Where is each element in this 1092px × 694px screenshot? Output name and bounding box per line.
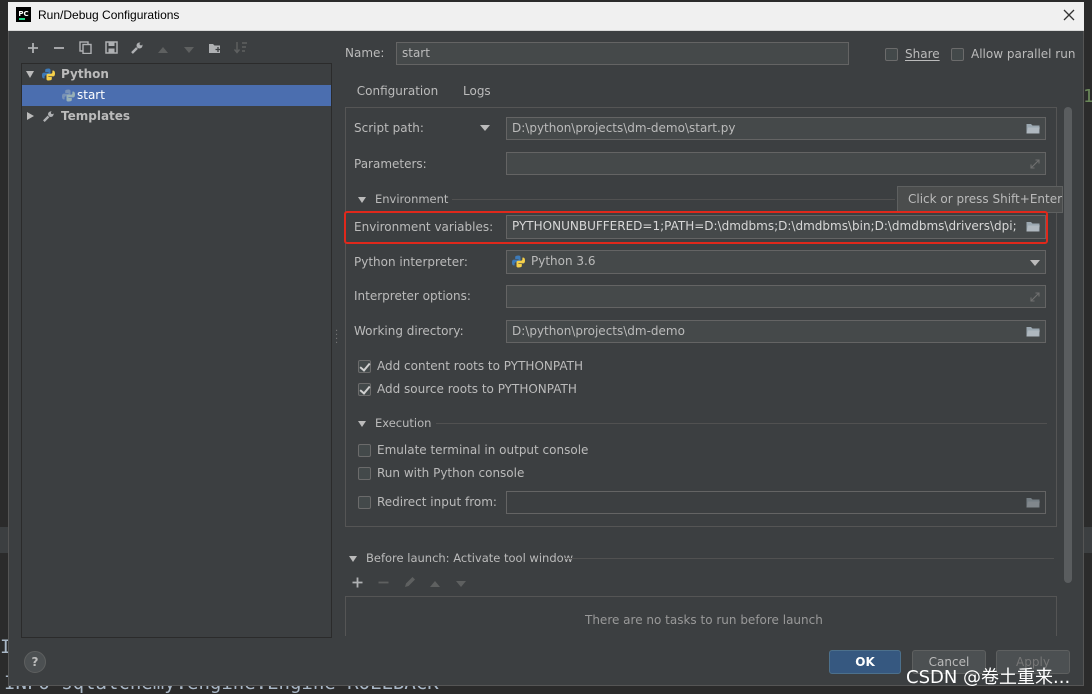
run-python-console-label: Run with Python console [377,466,525,480]
tree-item-templates-label: Templates [61,109,131,123]
sort-icon [233,42,247,54]
allow-parallel-run-label: Allow parallel run [971,47,1076,61]
create-folder-button[interactable] [206,41,224,59]
pencil-icon [405,577,415,587]
pycharm-app-icon: PC [16,7,31,22]
browse-folder-icon[interactable] [1026,497,1040,508]
tree-item-python[interactable]: Python [22,64,331,85]
tree-item-templates[interactable]: Templates [22,106,331,127]
add-task-button[interactable] [352,576,363,592]
interpreter-options-label: Interpreter options: [354,289,471,303]
remove-icon [378,581,389,584]
before-launch-header: Before launch: Activate tool window [366,551,574,565]
script-path-input[interactable]: D:\python\projects\dm-demo\start.py [506,117,1046,140]
tab-configuration[interactable]: Configuration [347,80,448,110]
emulate-terminal-label: Emulate terminal in output console [377,443,589,457]
tree-item-start-label: start [77,88,105,102]
ok-button[interactable]: OK [829,650,901,674]
python-interpreter-label: Python interpreter: [354,255,468,269]
move-down-button[interactable] [180,41,198,59]
add-source-roots-label: Add source roots to PYTHONPATH [377,382,577,396]
add-content-roots-checkbox[interactable] [358,360,371,373]
sort-button[interactable] [232,41,250,59]
vertical-scrollbar[interactable] [1064,107,1072,583]
allow-parallel-run-checkbox[interactable] [951,48,964,61]
share-checkbox[interactable] [885,48,898,61]
remove-task-button[interactable] [378,576,389,592]
add-icon [28,43,38,53]
script-path-label: Script path: [354,121,424,135]
tree-item-python-label: Python [61,67,109,81]
python-icon [42,68,55,81]
close-icon [1063,9,1075,21]
name-label: Name: [345,46,385,60]
python-file-icon [62,89,75,102]
parameters-input[interactable] [506,152,1046,175]
redirect-input-label: Redirect input from: [377,495,497,509]
remove-icon [54,47,64,49]
chevron-down-icon[interactable] [1030,260,1040,266]
working-directory-label: Working directory: [354,324,464,338]
wrench-icon [43,111,54,122]
move-task-down-button[interactable] [456,576,466,592]
add-source-roots-checkbox[interactable] [358,383,371,396]
chevron-down-icon[interactable] [349,556,357,562]
move-up-button[interactable] [154,41,172,59]
execution-section-label: Execution [375,416,432,430]
move-down-icon [184,47,194,53]
python-icon [512,255,525,268]
redirect-input-field[interactable] [506,491,1046,514]
chevron-down-icon[interactable] [358,421,366,427]
tab-logs[interactable]: Logs [463,80,491,107]
help-button[interactable]: ? [24,651,46,673]
watermark: CSDN @卷土重来... [906,667,1071,688]
parameters-label: Parameters: [354,157,427,171]
background-editor-char: 1 [1083,86,1092,107]
python-interpreter-select[interactable]: Python 3.6 [506,250,1046,274]
environment-section-label: Environment [375,192,449,206]
before-launch-empty-text: There are no tasks to run before launch [585,613,823,627]
browse-folder-icon[interactable] [1026,123,1040,134]
folder-icon [209,44,221,53]
dialog-title: Run/Debug Configurations [38,8,180,22]
emulate-terminal-checkbox[interactable] [358,444,371,457]
chevron-down-icon [26,71,34,78]
expand-icon[interactable] [1030,159,1040,169]
edit-task-button[interactable] [404,576,416,592]
move-up-icon [430,581,440,587]
add-icon [352,577,363,588]
close-button[interactable] [1058,4,1080,26]
chevron-down-icon[interactable] [358,197,366,203]
highlight-annotation [344,211,1048,244]
copy-icon [78,41,92,55]
working-directory-input[interactable]: D:\python\projects\dm-demo [506,320,1046,343]
splitter-handle[interactable]: · · · · [335,327,338,349]
move-down-icon [456,581,466,587]
save-icon [104,41,118,54]
copy-configuration-button[interactable] [76,41,94,59]
before-launch-separator [564,558,1054,559]
add-configuration-button[interactable] [24,41,42,59]
configuration-tree: Python start Templates [21,63,332,638]
move-task-up-button[interactable] [430,576,440,592]
tree-item-start[interactable]: start [22,85,331,106]
run-python-console-checkbox[interactable] [358,467,371,480]
tooltip: Click or press Shift+Enter [897,186,1063,213]
remove-configuration-button[interactable] [50,41,68,59]
share-label: Share [905,47,940,61]
name-input[interactable]: start [396,42,849,65]
environment-separator [452,199,895,200]
script-type-dropdown[interactable] [480,125,490,131]
expand-icon[interactable] [1030,292,1040,302]
execution-separator [436,423,1047,424]
edit-defaults-button[interactable] [128,41,146,59]
add-content-roots-label: Add content roots to PYTHONPATH [377,359,583,373]
wrench-icon [131,42,143,54]
browse-folder-icon[interactable] [1026,326,1040,337]
redirect-input-checkbox[interactable] [358,496,371,509]
move-up-icon [158,47,168,53]
interpreter-options-input[interactable] [506,285,1046,308]
save-configuration-button[interactable] [102,41,120,59]
chevron-right-icon [27,112,34,120]
